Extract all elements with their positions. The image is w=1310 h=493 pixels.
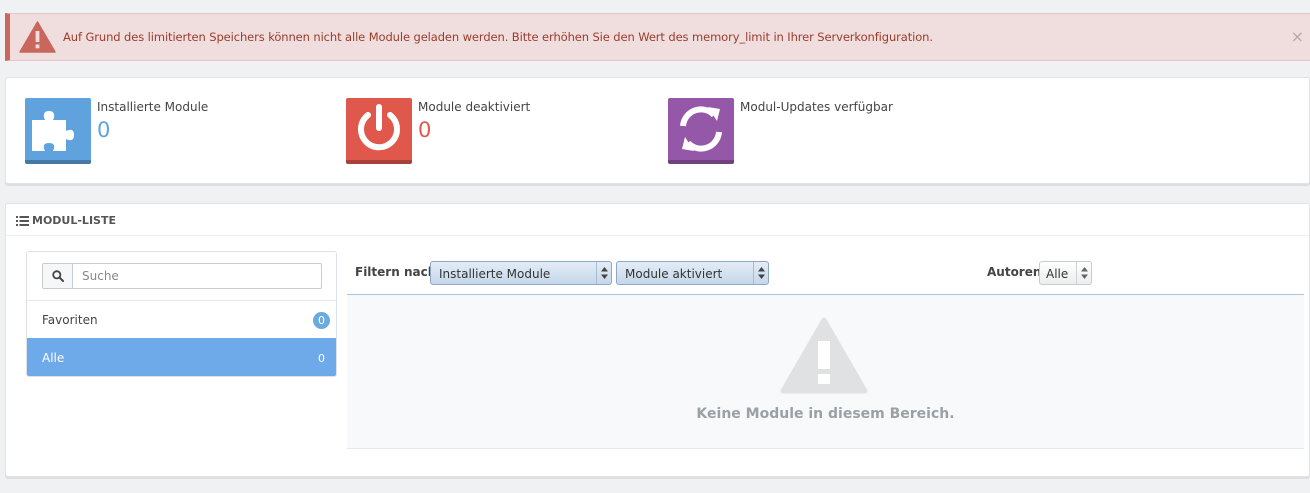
- refresh-icon: [680, 106, 722, 152]
- warning-triangle-icon: [780, 317, 868, 398]
- list-icon: [16, 215, 29, 229]
- search-input[interactable]: [74, 264, 321, 288]
- close-alert-button[interactable]: ×: [1291, 27, 1304, 46]
- puzzle-icon: [32, 111, 74, 151]
- kpi-value: 0: [418, 118, 432, 142]
- alert-message: Auf Grund des limitierten Speichers könn…: [63, 30, 933, 44]
- search-button[interactable]: [43, 264, 73, 288]
- empty-message: Keine Module in diesem Bereich.: [696, 406, 955, 422]
- select-arrows-icon: [596, 262, 611, 284]
- search-icon: [52, 270, 64, 282]
- power-icon: [358, 104, 400, 151]
- select-arrows-icon: [1076, 262, 1091, 284]
- select-value: Installierte Module: [439, 267, 551, 281]
- kpi-tile-updates: [668, 98, 734, 164]
- panel-heading: MODUL-LISTE: [6, 204, 1309, 236]
- category-sidebar: Favoriten 0 Alle 0: [26, 251, 337, 377]
- select-arrows-icon: [753, 262, 768, 284]
- install-filter-select[interactable]: Installierte Module: [430, 261, 612, 285]
- warning-triangle-icon: [19, 21, 56, 53]
- kpi-label: Module deaktiviert: [418, 100, 531, 114]
- panel-title: MODUL-LISTE: [32, 214, 116, 227]
- kpi-value: 0: [97, 118, 111, 142]
- memory-warning-alert: Auf Grund des limitierten Speichers könn…: [5, 13, 1310, 61]
- kpi-label: Modul-Updates verfügbar: [740, 100, 893, 114]
- status-filter-select[interactable]: Module aktiviert: [616, 261, 769, 285]
- category-count-badge: 0: [313, 312, 330, 329]
- category-label: Favoriten: [42, 313, 98, 327]
- category-label: Alle: [42, 351, 65, 365]
- category-favorites[interactable]: Favoriten 0: [27, 300, 336, 338]
- select-value: Module aktiviert: [625, 267, 723, 281]
- empty-module-area: Keine Module in diesem Bereich.: [347, 295, 1304, 449]
- authors-label: Autoren: [987, 265, 1042, 279]
- search-box: [42, 263, 322, 289]
- filter-label: Filtern nach: [355, 265, 437, 279]
- kpi-tile-installed: [25, 98, 91, 164]
- kpi-tile-disabled: [346, 98, 412, 164]
- authors-select[interactable]: Alle: [1039, 261, 1092, 285]
- category-count-badge: 0: [318, 352, 325, 365]
- kpi-panel: Installierte Module 0 Module deaktiviert…: [5, 77, 1310, 184]
- category-all[interactable]: Alle 0: [27, 338, 336, 376]
- kpi-label: Installierte Module: [97, 100, 209, 114]
- select-value: Alle: [1046, 267, 1069, 281]
- module-list-panel: MODUL-LISTE Favoriten 0 Alle 0 Filtern n…: [5, 203, 1310, 477]
